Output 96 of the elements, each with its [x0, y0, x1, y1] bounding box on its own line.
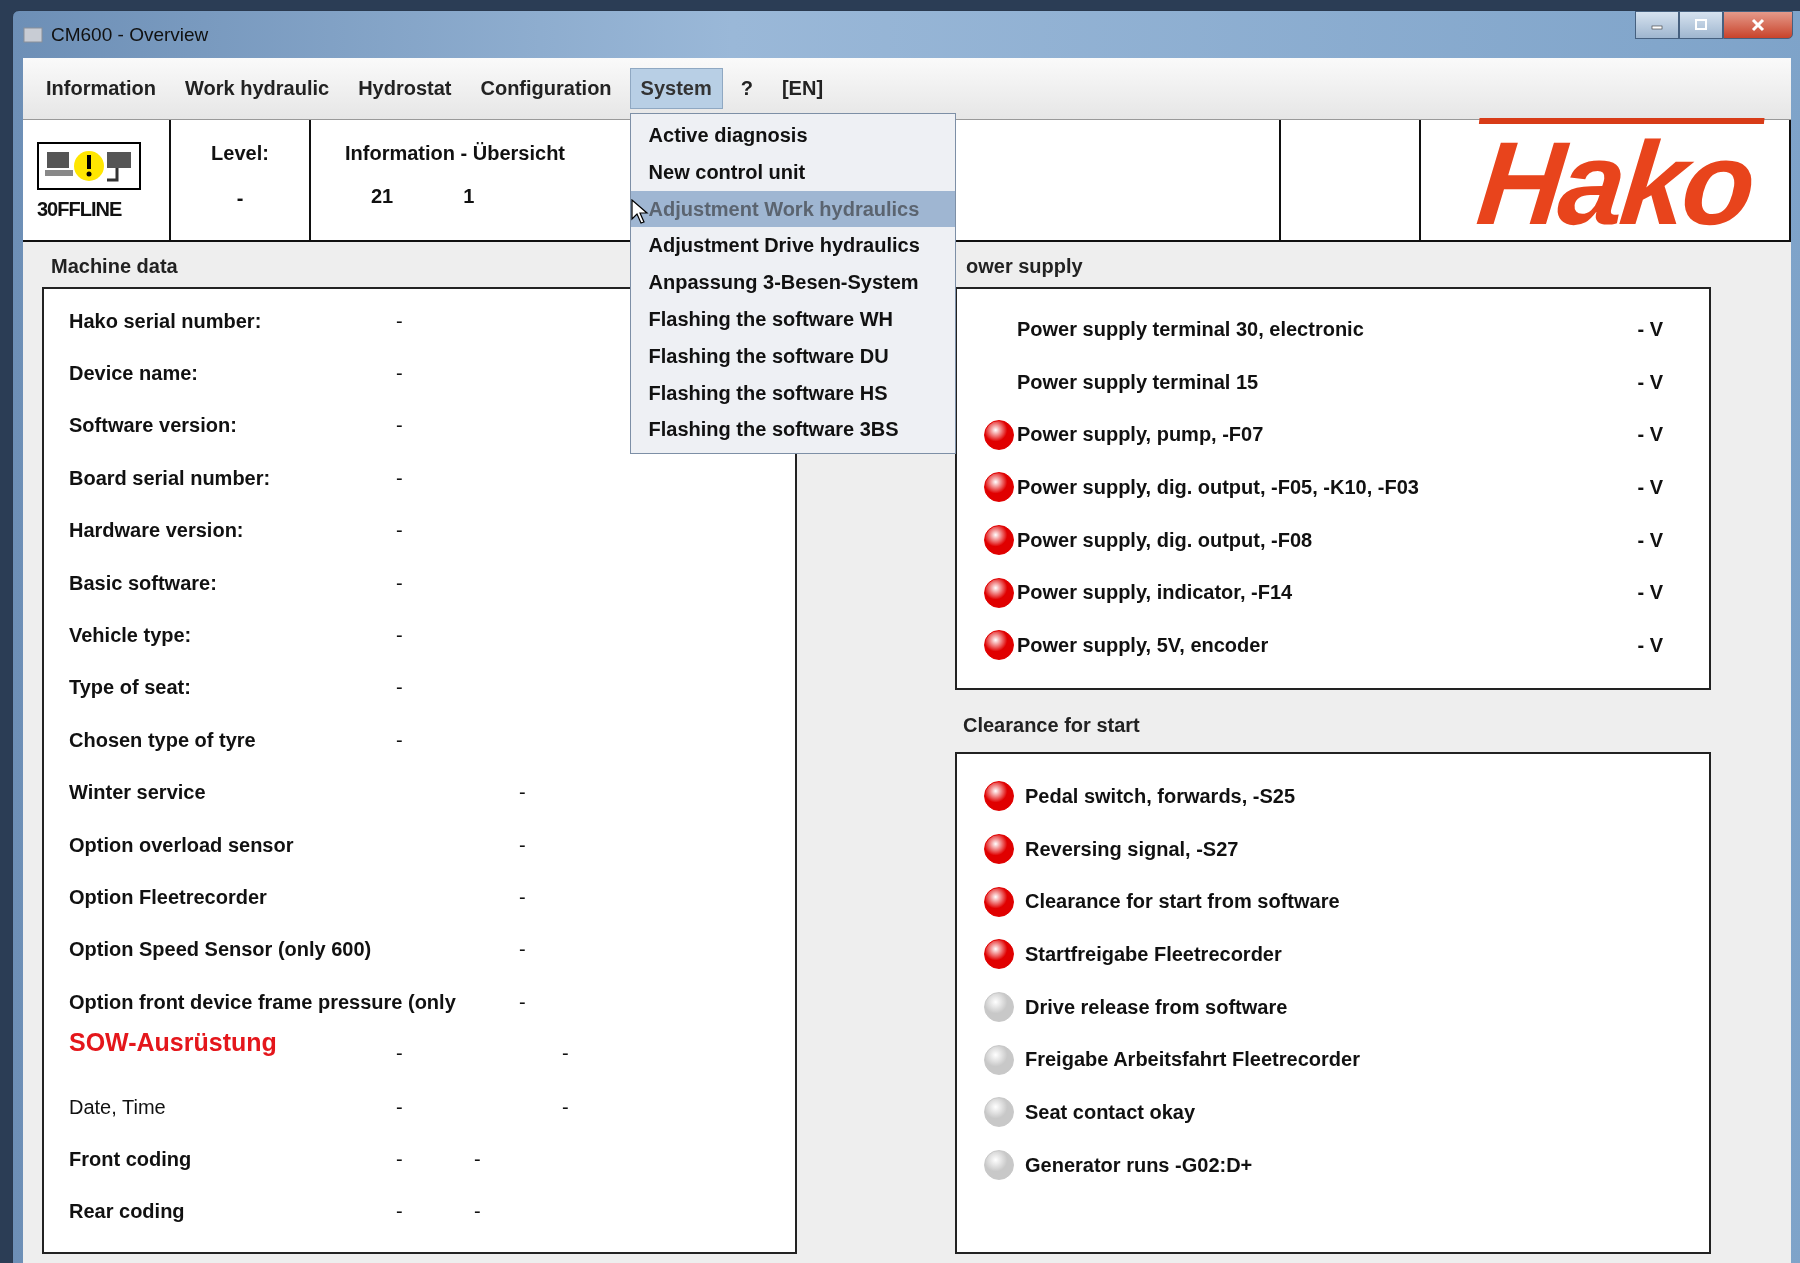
menu-option[interactable]: Flashing the software WH — [630, 301, 955, 338]
minimize-button[interactable] — [1635, 11, 1679, 39]
signal-label: Clearance for start from software — [1025, 890, 1341, 914]
signal-label: Power supply, dig. output, -F08 — [1017, 528, 1314, 552]
field-value: - — [396, 414, 404, 438]
field-value: - — [562, 1042, 570, 1066]
menu-item[interactable]: System — [629, 68, 723, 109]
menu-option[interactable]: New control unit — [630, 153, 955, 191]
close-icon — [1749, 17, 1767, 33]
field-label: Rear coding — [69, 1200, 185, 1224]
signal-label: Power supply terminal 15 — [1017, 370, 1260, 394]
menu-item[interactable]: Hydrostat — [347, 68, 463, 109]
menu-option[interactable]: Adjustment Drive hydraulics — [630, 227, 955, 265]
field-label: Board serial number: — [69, 466, 271, 490]
field-value: - — [396, 309, 404, 333]
menu-option[interactable]: Flashing the software DU — [630, 337, 955, 375]
field-value: - — [519, 938, 527, 962]
field-label: Hako serial number: — [69, 309, 262, 333]
maximize-icon — [1693, 18, 1709, 32]
computer-warning-icon — [37, 142, 141, 190]
field-label: Winter service — [69, 781, 206, 805]
signal-label: Seat contact okay — [1025, 1100, 1197, 1124]
page-title: Information - Übersicht — [345, 142, 565, 165]
menu-item[interactable]: Configuration — [469, 68, 623, 109]
voltage-value: - V — [1637, 475, 1663, 499]
field-label: Option front device frame pressure (only — [69, 990, 456, 1014]
signal-label: Power supply, 5V, encoder — [1017, 633, 1270, 657]
field-value: - — [519, 833, 527, 857]
field-value: - — [519, 781, 527, 805]
field-label: Date, Time — [69, 1095, 166, 1119]
field-value: - — [396, 1095, 404, 1119]
menu-item[interactable]: ? — [729, 68, 764, 109]
field-value: - — [396, 519, 404, 543]
voltage-value: - V — [1637, 317, 1663, 341]
field-label: Software version: — [69, 414, 237, 438]
menu-item[interactable]: Information — [35, 68, 167, 109]
info-value: 1 — [463, 185, 475, 208]
field-value: - — [519, 990, 527, 1014]
signal-label: Reversing signal, -S27 — [1025, 837, 1240, 861]
signal-label: Drive release from software — [1025, 995, 1289, 1019]
field-value: - — [396, 1200, 404, 1224]
brand-logo: Hako — [1466, 118, 1764, 242]
signal-label: Power supply, indicator, -F14 — [1017, 581, 1294, 605]
signal-label: Freigabe Arbeitsfahrt Fleetrecorder — [1025, 1048, 1361, 1072]
menu-item[interactable]: [EN] — [770, 68, 835, 109]
field-label: Chosen type of tyre — [69, 728, 256, 752]
field-label: Option Speed Sensor (only 600) — [69, 938, 372, 962]
field-value: - — [474, 1147, 482, 1171]
signal-label: Pedal switch, forwards, -S25 — [1025, 784, 1297, 808]
field-value: - — [396, 624, 404, 648]
menu-option[interactable]: Flashing the software 3BS — [630, 411, 955, 449]
signal-label: Generator runs -G02:D+ — [1025, 1153, 1254, 1177]
menu-item[interactable]: Work hydraulic — [174, 68, 341, 109]
window-title: CM600 - Overview — [51, 23, 209, 46]
field-label: Device name: — [69, 362, 198, 386]
field-label: Hardware version: — [69, 519, 244, 543]
panel-title: ower supply — [966, 254, 1083, 279]
panel-title: Machine data — [50, 254, 178, 279]
voltage-value: - V — [1637, 581, 1663, 605]
field-value: - — [474, 1200, 482, 1224]
signal-label: Power supply, dig. output, -F05, -K10, -F03 — [1017, 475, 1420, 499]
field-value: - — [396, 728, 404, 752]
field-value: - — [396, 466, 404, 490]
menu-option[interactable]: Anpassung 3-Besen-System — [630, 264, 955, 301]
info-value: 21 — [371, 185, 394, 208]
field-value: - — [519, 886, 527, 909]
field-label: SOW-Ausrüstung — [69, 1028, 277, 1058]
signal-label: Startfreigabe Fleetrecorder — [1025, 942, 1283, 966]
field-value: - — [562, 1095, 570, 1119]
level-value: - — [236, 187, 244, 210]
field-value: - — [396, 362, 404, 386]
mouse-cursor-icon — [630, 198, 649, 225]
app-icon — [23, 24, 43, 45]
field-label: Option overload sensor — [69, 833, 294, 857]
field-label: Front coding — [69, 1147, 192, 1171]
field-label: Basic software: — [69, 571, 217, 595]
field-value: - — [396, 571, 404, 595]
close-button[interactable] — [1723, 11, 1793, 39]
signal-label: Power supply terminal 30, electronic — [1017, 317, 1365, 341]
field-value: - — [396, 1147, 404, 1171]
menu-option[interactable]: Flashing the software HS — [630, 374, 955, 412]
voltage-value: - V — [1637, 633, 1663, 657]
voltage-value: - V — [1637, 528, 1663, 552]
field-label: Vehicle type: — [69, 624, 192, 648]
connection-status: 30FFLINE — [37, 198, 122, 221]
field-value: - — [396, 1042, 404, 1066]
voltage-value: - V — [1637, 423, 1663, 447]
voltage-value: - V — [1637, 370, 1663, 394]
menu-option[interactable]: Active diagnosis — [630, 117, 955, 154]
maximize-button[interactable] — [1679, 11, 1723, 39]
field-label: Type of seat: — [69, 676, 191, 700]
level-label: Level: — [211, 142, 269, 165]
field-value: - — [396, 676, 404, 700]
field-label: Option Fleetrecorder — [69, 886, 267, 909]
signal-label: Power supply, pump, -F07 — [1017, 423, 1265, 447]
panel-title: Clearance for start — [962, 713, 1140, 738]
